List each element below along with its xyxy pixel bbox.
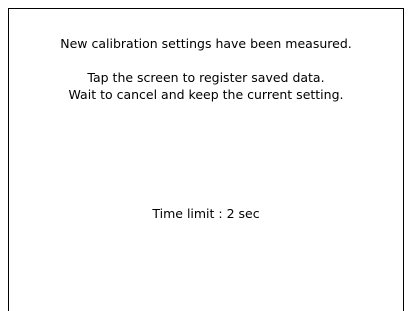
calibration-dialog-frame: New calibration settings have been measu… [8,8,404,311]
tap-instruction: Tap the screen to register saved data. [87,70,325,85]
measured-message: New calibration settings have been measu… [60,36,352,51]
wait-instruction: Wait to cancel and keep the current sett… [68,87,344,102]
time-limit-label: Time limit : 2 sec [152,206,260,221]
calibration-confirm-screen[interactable]: New calibration settings have been measu… [0,0,413,311]
